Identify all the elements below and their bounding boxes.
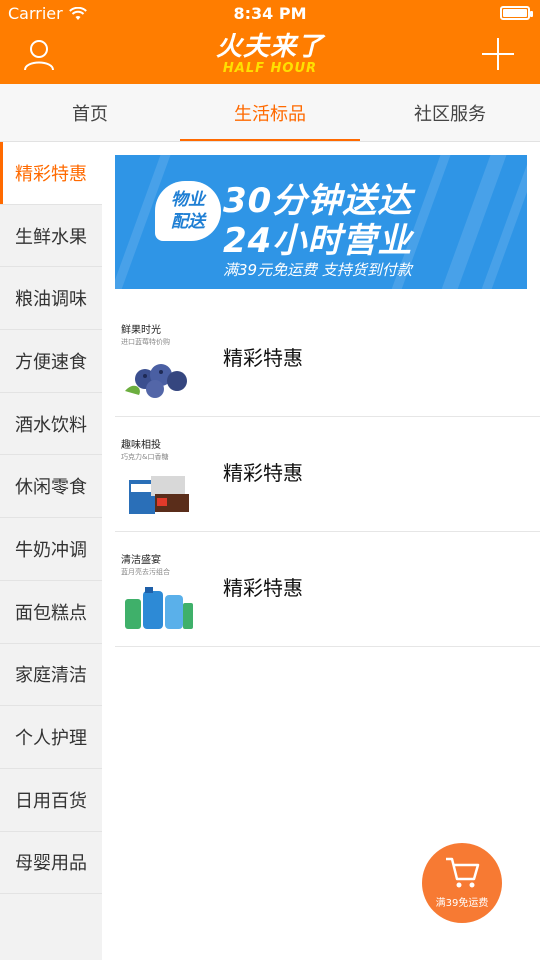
product-image: 鲜果时光 进口蓝莓特价购 xyxy=(121,324,197,404)
list-item[interactable]: 鲜果时光 进口蓝莓特价购 精彩特惠 xyxy=(115,302,540,417)
detergent-bottles-icon xyxy=(125,587,193,629)
tab-community-service[interactable]: 社区服务 xyxy=(360,84,540,141)
property-delivery-badge: 物业 配送 xyxy=(155,181,221,241)
nav-bar: 火夫来了 HALF HOUR xyxy=(0,26,540,84)
status-time: 8:34 PM xyxy=(233,4,307,23)
app-logo: 火夫来了 HALF HOUR xyxy=(215,32,325,80)
badge-line2: 配送 xyxy=(171,212,205,232)
plus-icon[interactable] xyxy=(480,36,516,72)
sidebar-item-fresh-fruit[interactable]: 生鲜水果 xyxy=(0,205,102,268)
blueberry-icon xyxy=(125,364,187,398)
product-name: 精彩特惠 xyxy=(223,576,303,600)
product-image: 趣味相投 巧克力&口香糖 xyxy=(121,439,197,519)
status-bar: Carrier 8:34 PM xyxy=(0,0,540,26)
sidebar-item-daily-goods[interactable]: 日用百货 xyxy=(0,769,102,832)
chocolate-gum-icon xyxy=(129,476,189,514)
product-image-subtitle: 蓝月亮去污组合 xyxy=(121,568,170,576)
banner-headline2: 24小时营业 xyxy=(223,221,413,261)
product-name: 精彩特惠 xyxy=(223,461,303,485)
category-sidebar: 精彩特惠 生鲜水果 粮油调味 方便速食 酒水饮料 休闲零食 牛奶冲调 面包糕点 … xyxy=(0,142,102,960)
battery-icon xyxy=(500,6,533,20)
product-image-title: 趣味相投 xyxy=(121,440,161,451)
cart-label: 满39免运费 xyxy=(435,898,489,909)
battery-level xyxy=(503,9,527,17)
product-name: 精彩特惠 xyxy=(223,346,303,370)
product-image-subtitle: 巧克力&口香糖 xyxy=(121,453,169,461)
top-tabs: 首页 生活标品 社区服务 xyxy=(0,84,540,142)
promo-banner[interactable]: 物业 配送 30分钟送达 24小时营业 满39元免运费 支持货到付款 xyxy=(115,155,527,289)
list-item[interactable]: 清洁盛宴 蓝月亮去污组合 精彩特惠 xyxy=(115,532,540,647)
sidebar-item-milk[interactable]: 牛奶冲调 xyxy=(0,518,102,581)
sidebar-item-drinks[interactable]: 酒水饮料 xyxy=(0,393,102,456)
sidebar-item-cleaning[interactable]: 家庭清洁 xyxy=(0,644,102,707)
sidebar-item-deals[interactable]: 精彩特惠 xyxy=(0,142,102,205)
product-image-title: 鲜果时光 xyxy=(121,325,161,336)
product-image-title: 清洁盛宴 xyxy=(121,555,161,566)
sidebar-item-instant-food[interactable]: 方便速食 xyxy=(0,330,102,393)
main-content: 物业 配送 30分钟送达 24小时营业 满39元免运费 支持货到付款 鲜果时光 … xyxy=(102,142,540,960)
sidebar-item-personal-care[interactable]: 个人护理 xyxy=(0,706,102,769)
banner-subline: 满39元免运费 支持货到付款 xyxy=(223,261,412,279)
cart-button[interactable]: 满39免运费 xyxy=(422,843,502,923)
sidebar-item-bakery[interactable]: 面包糕点 xyxy=(0,581,102,644)
user-icon[interactable] xyxy=(20,36,58,74)
logo-chinese: 火夫来了 xyxy=(215,32,324,62)
list-item[interactable]: 趣味相投 巧克力&口香糖 精彩特惠 xyxy=(115,417,540,532)
cart-icon xyxy=(446,857,480,888)
product-image-subtitle: 进口蓝莓特价购 xyxy=(121,338,170,346)
logo-english: HALF HOUR xyxy=(222,61,318,76)
product-image: 清洁盛宴 蓝月亮去污组合 xyxy=(121,554,197,634)
sidebar-item-grain-oil[interactable]: 粮油调味 xyxy=(0,267,102,331)
banner-stripe xyxy=(432,155,514,289)
sidebar-item-snacks[interactable]: 休闲零食 xyxy=(0,455,102,519)
badge-line1: 物业 xyxy=(171,190,205,210)
tab-life-products[interactable]: 生活标品 xyxy=(180,84,360,141)
tab-home[interactable]: 首页 xyxy=(0,84,180,141)
sidebar-item-baby[interactable]: 母婴用品 xyxy=(0,832,102,895)
